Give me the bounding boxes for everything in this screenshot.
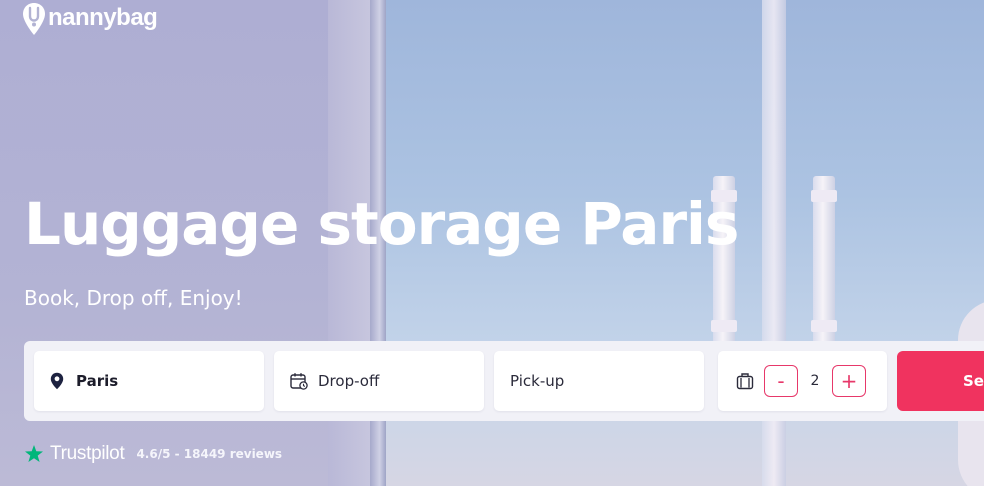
calendar-icon <box>290 373 308 390</box>
search-button[interactable]: Search <box>897 351 984 411</box>
trustpilot-name: Trustpilot <box>50 443 125 464</box>
trustpilot-rating: 4.6/5 - 18449 reviews <box>136 447 283 461</box>
location-field[interactable]: Paris <box>34 351 264 411</box>
pickup-field[interactable]: Pick-up <box>494 351 704 411</box>
bags-count: 2 <box>810 373 820 389</box>
decrease-bags-button[interactable]: - <box>764 365 798 397</box>
dropoff-label: Drop-off <box>318 372 380 390</box>
star-icon <box>25 445 43 462</box>
pickup-label: Pick-up <box>510 372 565 390</box>
bags-stepper: - 2 + <box>718 351 887 411</box>
logo-pin-icon <box>23 3 45 35</box>
brand-logo[interactable]: nannybag <box>22 2 158 36</box>
page-title: Luggage storage Paris <box>24 190 739 258</box>
logo-wordmark: nannybag <box>48 4 158 31</box>
search-bar: Paris Drop-off Pick-up - 2 + Search <box>24 341 984 421</box>
page-subtitle: Book, Drop off, Enjoy! <box>24 286 243 310</box>
dropoff-field[interactable]: Drop-off <box>274 351 484 411</box>
location-pin-icon <box>50 372 64 390</box>
location-value: Paris <box>76 372 119 390</box>
increase-bags-button[interactable]: + <box>832 365 866 397</box>
luggage-icon <box>736 373 754 390</box>
trustpilot-widget[interactable]: Trustpilot 4.6/5 - 18449 reviews <box>24 443 282 465</box>
